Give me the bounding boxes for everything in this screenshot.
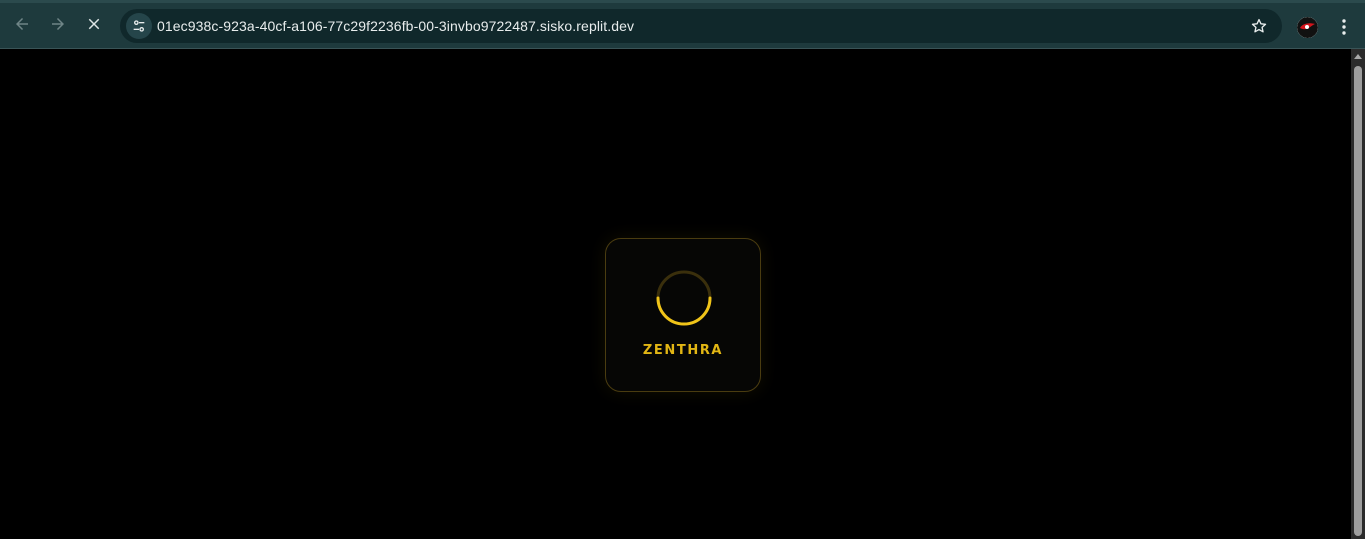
browser-toolbar: 01ec938c-923a-40cf-a106-77c29f2236fb-00-… <box>0 0 1365 49</box>
loading-card: ZENTHRA <box>605 238 761 392</box>
arrow-right-icon <box>52 18 64 30</box>
arrow-left-icon <box>16 18 28 30</box>
back-button[interactable] <box>7 9 37 39</box>
tune-icon <box>133 20 145 32</box>
profile-icon <box>1297 17 1318 38</box>
profile-avatar[interactable] <box>1297 17 1318 38</box>
scroll-up-arrow[interactable] <box>1354 54 1362 59</box>
forward-button[interactable] <box>43 9 73 39</box>
browser-menu-button[interactable] <box>1333 14 1355 40</box>
stop-loading-button[interactable] <box>79 9 109 39</box>
loading-spinner <box>656 270 712 326</box>
vertical-scrollbar[interactable] <box>1351 49 1365 539</box>
url-text[interactable]: 01ec938c-923a-40cf-a106-77c29f2236fb-00-… <box>157 18 634 34</box>
bookmark-button[interactable] <box>1248 15 1270 37</box>
close-icon <box>88 18 100 30</box>
brand-name: ZENTHRA <box>642 343 724 358</box>
star-icon <box>1251 18 1267 33</box>
kebab-menu-icon <box>1342 19 1346 35</box>
address-bar[interactable]: 01ec938c-923a-40cf-a106-77c29f2236fb-00-… <box>120 9 1282 43</box>
site-info-button[interactable] <box>126 13 152 39</box>
scroll-thumb[interactable] <box>1354 66 1362 536</box>
